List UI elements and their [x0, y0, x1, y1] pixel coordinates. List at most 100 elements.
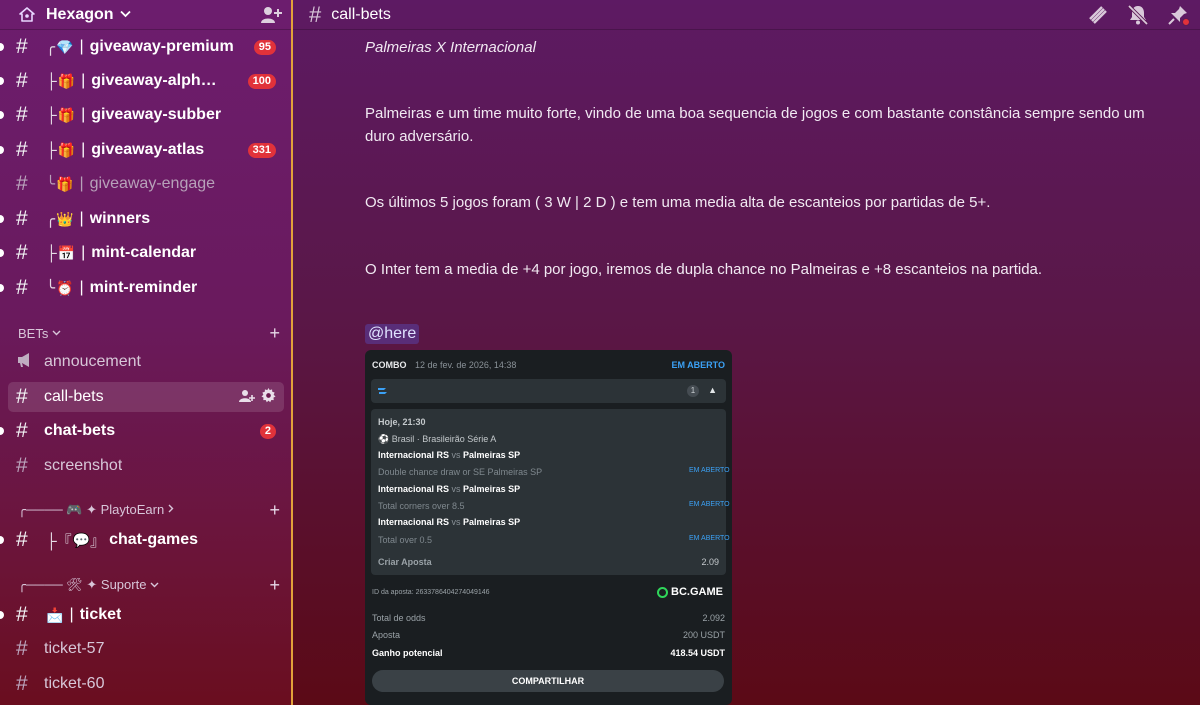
leg-count: 1 — [687, 385, 699, 397]
channel-sidebar: Hexagon # ╭ 💎 | giveaway-premium 95 # ├ … — [0, 0, 293, 705]
server-name: Hexagon — [46, 5, 114, 23]
mention-badge: 2 — [259, 424, 276, 439]
invite-people-button[interactable] — [259, 3, 283, 27]
caret-up-icon: ▲ — [708, 385, 717, 395]
create-channel-button[interactable]: + — [269, 575, 280, 596]
leg-status: EM ABERTO — [689, 501, 730, 508]
separator: | — [81, 141, 86, 158]
home-icon — [18, 6, 38, 24]
notification-muted-icon[interactable] — [1126, 3, 1150, 27]
channel-hash-icon: # — [16, 276, 28, 299]
channel-giveaway-subber[interactable]: # ├ 🎁 | giveaway-subber — [0, 100, 284, 130]
channel-hash-icon: # — [16, 69, 28, 92]
channel-giveaway-atlas[interactable]: # ├ 🎁 | giveaway-atlas 331 — [0, 135, 284, 165]
tree-glyph: ├ — [46, 72, 57, 90]
category-suporte[interactable]: ╭──── 🛠 ✦ Suporte + — [18, 575, 280, 595]
channel-winners[interactable]: # ╭ 👑 | winners — [0, 204, 284, 234]
vs-label: vs — [451, 517, 461, 527]
league-name: Brasil · Brasileirão Série A — [391, 434, 497, 444]
tree-glyph: ╰ — [46, 176, 56, 193]
match-row: Internacional RS vs Palmeiras SP — [378, 450, 520, 460]
gift-icon: 🎁 — [57, 106, 76, 123]
chevron-down-icon — [119, 9, 131, 21]
channel-name: ticket-60 — [44, 675, 105, 692]
vs-label: vs — [451, 450, 461, 460]
channel-title: call-bets — [331, 5, 391, 23]
channel-ticket[interactable]: # 📩 | ticket — [0, 600, 284, 630]
bet-date: 12 de fev. de 2026, 14:38 — [415, 360, 517, 370]
calendar-icon: 📅 — [57, 244, 76, 261]
channel-name: ticket — [79, 606, 122, 623]
match-row: Internacional RS vs Palmeiras SP — [378, 484, 520, 494]
channel-call-bets[interactable]: # call-bets — [8, 382, 284, 412]
away-team: Palmeiras SP — [463, 517, 521, 527]
pin-icon[interactable] — [1166, 3, 1190, 27]
category-playtoearn[interactable]: ╭──── 🎮 ✦ PlaytoEarn + — [18, 500, 280, 520]
channel-annoucement[interactable]: annoucement — [8, 347, 284, 377]
header-toolbar — [1086, 3, 1190, 27]
total-odds-value: 2.092 — [702, 613, 725, 623]
gift-icon: 🎁 — [56, 175, 74, 192]
unread-indicator — [0, 77, 4, 85]
separator: | — [81, 106, 86, 123]
brand-name: BC.GAME — [671, 586, 723, 598]
potential-gain-row: Ganho potencial 418.54 USDT — [372, 648, 725, 658]
gem-icon: 💎 — [56, 38, 74, 55]
megaphone-icon — [16, 347, 38, 377]
channel-hash-icon: # — [16, 454, 28, 477]
bet-slip-image[interactable]: COMBO 12 de fev. de 2026, 14:38 EM ABERT… — [365, 350, 732, 705]
channel-hash-icon: # — [16, 207, 28, 230]
unread-indicator — [0, 249, 4, 257]
channel-hash-icon: # — [16, 385, 28, 408]
channel-hash-icon: # — [16, 172, 28, 195]
league-row: ⚽ Brasil · Brasileirão Série A — [378, 434, 496, 445]
mention-badge: 331 — [247, 143, 276, 158]
separator: | — [79, 175, 84, 192]
category-bets[interactable]: BETs + — [18, 323, 280, 343]
channel-giveaway-engage[interactable]: # ╰ 🎁 | giveaway-engage — [8, 169, 284, 199]
channel-hash-icon: # — [16, 419, 28, 442]
channel-mint-reminder[interactable]: # ╰ ⏰ | mint-reminder — [0, 273, 284, 303]
channel-ticket-57[interactable]: # ticket-57 — [8, 634, 284, 664]
vs-label: vs — [451, 484, 461, 494]
gear-icon[interactable] — [261, 388, 276, 408]
separator: | — [81, 72, 86, 89]
channel-name: mint-calendar — [91, 244, 197, 261]
channel-giveaway-premium[interactable]: # ╭ 💎 | giveaway-premium 95 — [0, 32, 284, 62]
threads-icon[interactable] — [1086, 3, 1110, 27]
tree-glyph: ├ — [46, 106, 57, 124]
crown-icon: 👑 — [56, 210, 74, 227]
unread-indicator — [0, 111, 4, 119]
channel-mint-calendar[interactable]: # ├ 📅 | mint-calendar — [0, 238, 284, 268]
unread-dot — [1182, 18, 1190, 26]
unread-indicator — [0, 611, 4, 619]
category-label: ╭──── 🛠 ✦ Suporte — [18, 577, 147, 592]
channel-name: annoucement — [44, 353, 141, 370]
category-label: ╭──── 🎮 ✦ PlaytoEarn — [18, 502, 165, 517]
market-row: Double chance draw or SE Palmeiras SP EM… — [378, 467, 730, 477]
here-mention[interactable]: @here — [365, 324, 420, 344]
message-line: Palmeiras X Internacional — [365, 39, 536, 56]
market-name: Total corners over 8.5 — [378, 501, 465, 511]
channel-name: ticket-57 — [44, 640, 105, 657]
channel-giveaway-alpha[interactable]: # ├ 🎁 | giveaway-alpha… 100 — [0, 66, 284, 96]
channel-chat-games[interactable]: # ├『 💬 』 chat-games — [0, 525, 284, 555]
channel-chat-bets[interactable]: # chat-bets 2 — [0, 416, 284, 446]
channel-name: winners — [89, 210, 151, 227]
create-invite-icon[interactable] — [239, 389, 255, 408]
channel-screenshot[interactable]: # screenshot — [8, 451, 284, 481]
criar-aposta-odd: 2.09 — [701, 557, 719, 567]
envelope-icon: 📩 — [46, 606, 64, 623]
create-channel-button[interactable]: + — [269, 500, 280, 521]
channel-name: chat-games — [109, 531, 199, 548]
tree-glyph: ├ — [46, 244, 57, 262]
tree-glyph: ├『 — [46, 532, 72, 550]
create-channel-button[interactable]: + — [269, 323, 280, 344]
channel-ticket-60[interactable]: # ticket-60 — [8, 669, 284, 699]
gift-icon: 🎁 — [57, 141, 76, 158]
channel-hash-icon: # — [16, 528, 28, 551]
server-header[interactable]: Hexagon — [0, 0, 291, 30]
share-button[interactable]: COMPARTILHAR — [372, 670, 724, 692]
category-label: BETs — [18, 325, 49, 341]
unread-indicator — [0, 215, 4, 223]
